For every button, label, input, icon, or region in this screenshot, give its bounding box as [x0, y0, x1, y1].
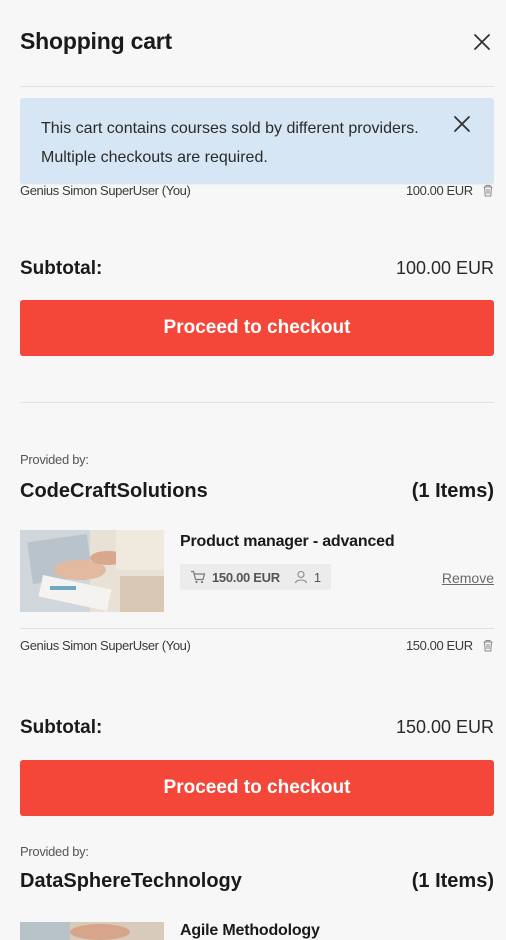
course-image: [20, 922, 164, 940]
proceed-to-checkout-button[interactable]: Proceed to checkout: [20, 300, 494, 356]
multi-provider-notice: This cart contains courses sold by diffe…: [20, 98, 494, 184]
provider-name: CodeCraftSolutions: [20, 480, 208, 502]
remove-course-link[interactable]: Remove: [442, 570, 494, 586]
provider-name: DataSphereTechnology: [20, 870, 242, 892]
close-cart-button[interactable]: [470, 30, 494, 54]
close-icon: [474, 34, 490, 50]
item-count: (1 Items): [411, 870, 494, 892]
participant-name: Genius Simon SuperUser (You): [20, 638, 191, 653]
close-icon: [454, 116, 470, 132]
seat-count: 1: [313, 569, 321, 585]
subtotal-label: Subtotal:: [20, 717, 103, 738]
participant-price: 150.00 EUR: [405, 638, 473, 653]
course-title[interactable]: Agile Methodology: [180, 922, 320, 940]
participant-price: 100.00 EUR: [405, 183, 473, 198]
subtotal-value: 100.00 EUR: [395, 258, 494, 278]
header-divider: [20, 86, 494, 87]
shopping-cart-panel: Shopping cart Genius Simon SuperUser (Yo…: [0, 0, 506, 940]
participant-price-row: 150.00 EUR: [406, 638, 494, 655]
dismiss-notice-button[interactable]: [452, 114, 472, 134]
item-divider: [20, 628, 494, 629]
subtotal-value: 150.00 EUR: [395, 717, 494, 737]
item-count: (1 Items): [411, 480, 494, 502]
course-title[interactable]: Product manager - advanced: [180, 533, 395, 551]
notice-text: This cart contains courses sold by diffe…: [41, 120, 419, 166]
provided-by-label: Provided by:: [20, 844, 89, 859]
participant-name: Genius Simon SuperUser (You): [20, 183, 191, 198]
cart-header: Shopping cart: [20, 28, 494, 62]
proceed-to-checkout-button[interactable]: Proceed to checkout: [20, 760, 494, 816]
page-title: Shopping cart: [20, 28, 173, 54]
trash-icon: [483, 639, 493, 652]
section-divider: [20, 402, 494, 403]
trash-icon: [483, 184, 493, 197]
remove-participant-button[interactable]: [482, 184, 494, 200]
remove-participant-button[interactable]: [482, 639, 494, 655]
course-price-chip: 150.00 EUR 1: [180, 564, 331, 590]
cart-icon: [191, 570, 206, 584]
course-price: 150.00 EUR: [212, 569, 280, 585]
course-thumbnail[interactable]: [20, 530, 164, 612]
subtotal-label: Subtotal:: [20, 258, 103, 279]
course-thumbnail[interactable]: [20, 922, 164, 940]
user-icon: [294, 570, 307, 584]
participant-price-row: 100.00 EUR: [406, 183, 494, 200]
provided-by-label: Provided by:: [20, 452, 89, 467]
course-image: [20, 530, 164, 612]
